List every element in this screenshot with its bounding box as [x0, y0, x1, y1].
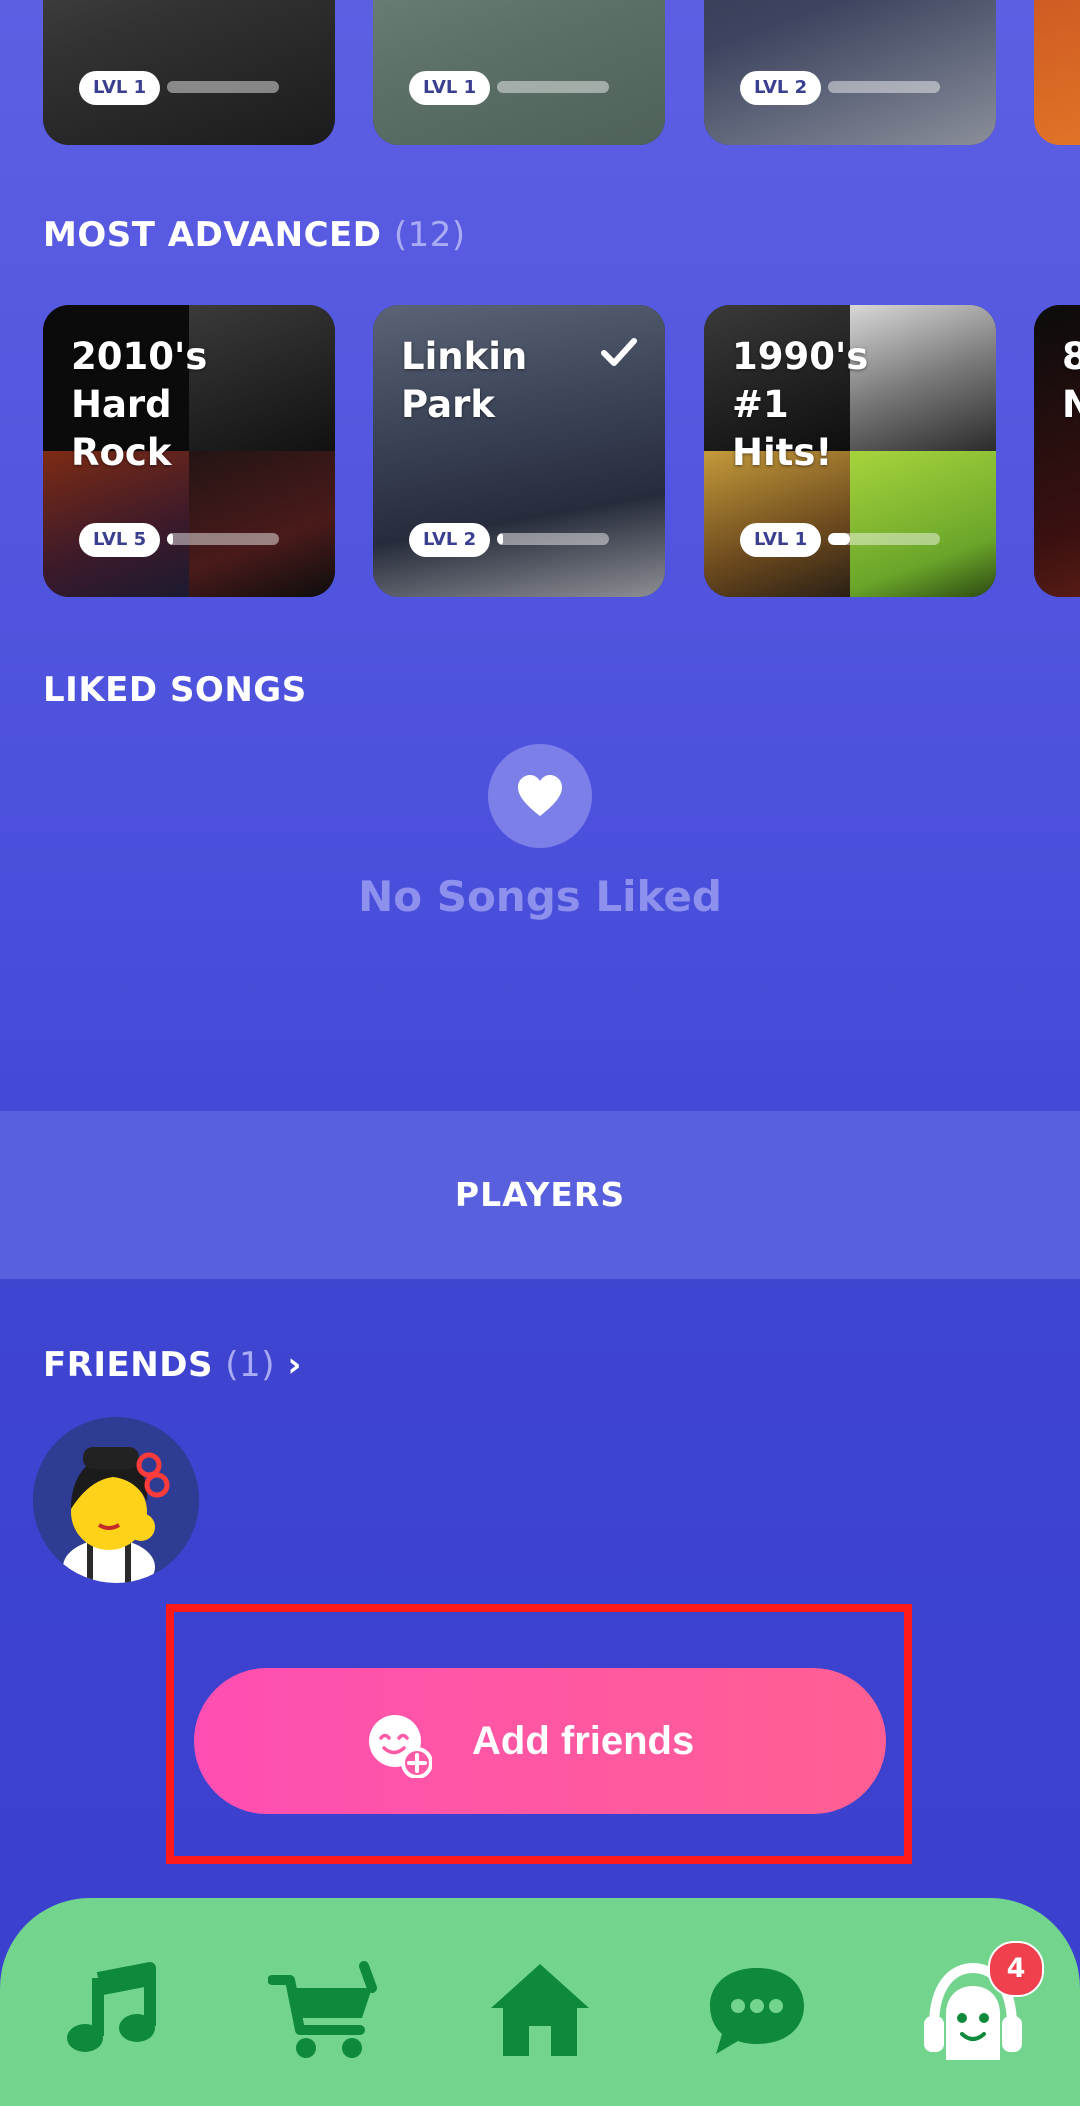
- friends-heading[interactable]: FRIENDS (1) ›: [43, 1345, 302, 1385]
- section-title-text: FRIENDS: [43, 1345, 213, 1385]
- level-pill: LVL 2: [409, 523, 491, 557]
- most-advanced-heading: MOST ADVANCED (12): [43, 215, 466, 255]
- playlist-card[interactable]: LVL 2: [704, 0, 996, 145]
- level-pill: LVL 1: [409, 71, 491, 105]
- progress-bar: [497, 533, 609, 545]
- players-section-header: PLAYERS: [0, 1111, 1080, 1279]
- nav-shop[interactable]: [267, 1956, 378, 2066]
- level-pill: LVL 1: [740, 523, 822, 557]
- progress-bar: [167, 533, 279, 545]
- card-title: 1990's #1 Hits!: [732, 335, 869, 474]
- progress-bar: [167, 81, 279, 93]
- card-title: Linkin Park: [401, 335, 528, 426]
- shopping-cart-icon: [267, 1961, 377, 2058]
- progress-bar: [828, 533, 940, 545]
- playlist-card-linkin-park[interactable]: Linkin Park LVL 2: [373, 305, 665, 597]
- playlist-card[interactable]: LVL 1: [43, 0, 335, 145]
- section-count: (1): [225, 1345, 275, 1385]
- nav-music[interactable]: [56, 1956, 166, 2066]
- home-icon: [491, 1964, 589, 2056]
- empty-state-text: No Songs Liked: [358, 872, 722, 921]
- card-title: 8 N: [1062, 335, 1080, 426]
- card-title: 2010's Hard Rock: [71, 335, 208, 474]
- chevron-right-icon: ›: [287, 1345, 302, 1385]
- progress-bar: [497, 81, 609, 93]
- bottom-nav-bar: [0, 1898, 1080, 2106]
- playlist-card[interactable]: LVL 1: [373, 0, 665, 145]
- add-friends-button[interactable]: Add friends: [194, 1668, 886, 1814]
- heart-icon: [518, 775, 562, 816]
- most-advanced-row: 2010's Hard Rock LVL 5 Linkin Park LVL 2…: [0, 305, 1080, 597]
- playlist-card-partial[interactable]: 8 N: [1034, 305, 1080, 597]
- progress-bar: [828, 81, 940, 93]
- notification-badge: 4: [988, 1941, 1044, 1997]
- liked-songs-heading: LIKED SONGS: [43, 670, 307, 710]
- friend-avatar[interactable]: [33, 1417, 199, 1583]
- heart-icon-circle: [488, 744, 592, 848]
- add-friend-icon: [369, 1715, 432, 1778]
- music-note-icon: [67, 1962, 156, 2052]
- playlist-card[interactable]: [1034, 0, 1080, 145]
- top-playlist-row: LVL 1 LVL 1 LVL 2: [0, 0, 1080, 145]
- level-pill: LVL 5: [79, 523, 161, 557]
- nav-chat[interactable]: [702, 1956, 812, 2066]
- add-friends-label: Add friends: [472, 1719, 695, 1763]
- chat-bubble-icon: [710, 1968, 804, 2054]
- level-pill: LVL 1: [79, 71, 161, 105]
- avatar-illustration: [33, 1417, 199, 1583]
- section-title-text: MOST ADVANCED: [43, 215, 382, 255]
- playlist-card-hard-rock[interactable]: 2010's Hard Rock LVL 5: [43, 305, 335, 597]
- playlist-card-90s-hits[interactable]: 1990's #1 Hits! LVL 1: [704, 305, 996, 597]
- section-count: (12): [393, 215, 466, 255]
- level-pill: LVL 2: [740, 71, 822, 105]
- checkmark-icon: [601, 338, 637, 366]
- nav-home[interactable]: [485, 1956, 595, 2066]
